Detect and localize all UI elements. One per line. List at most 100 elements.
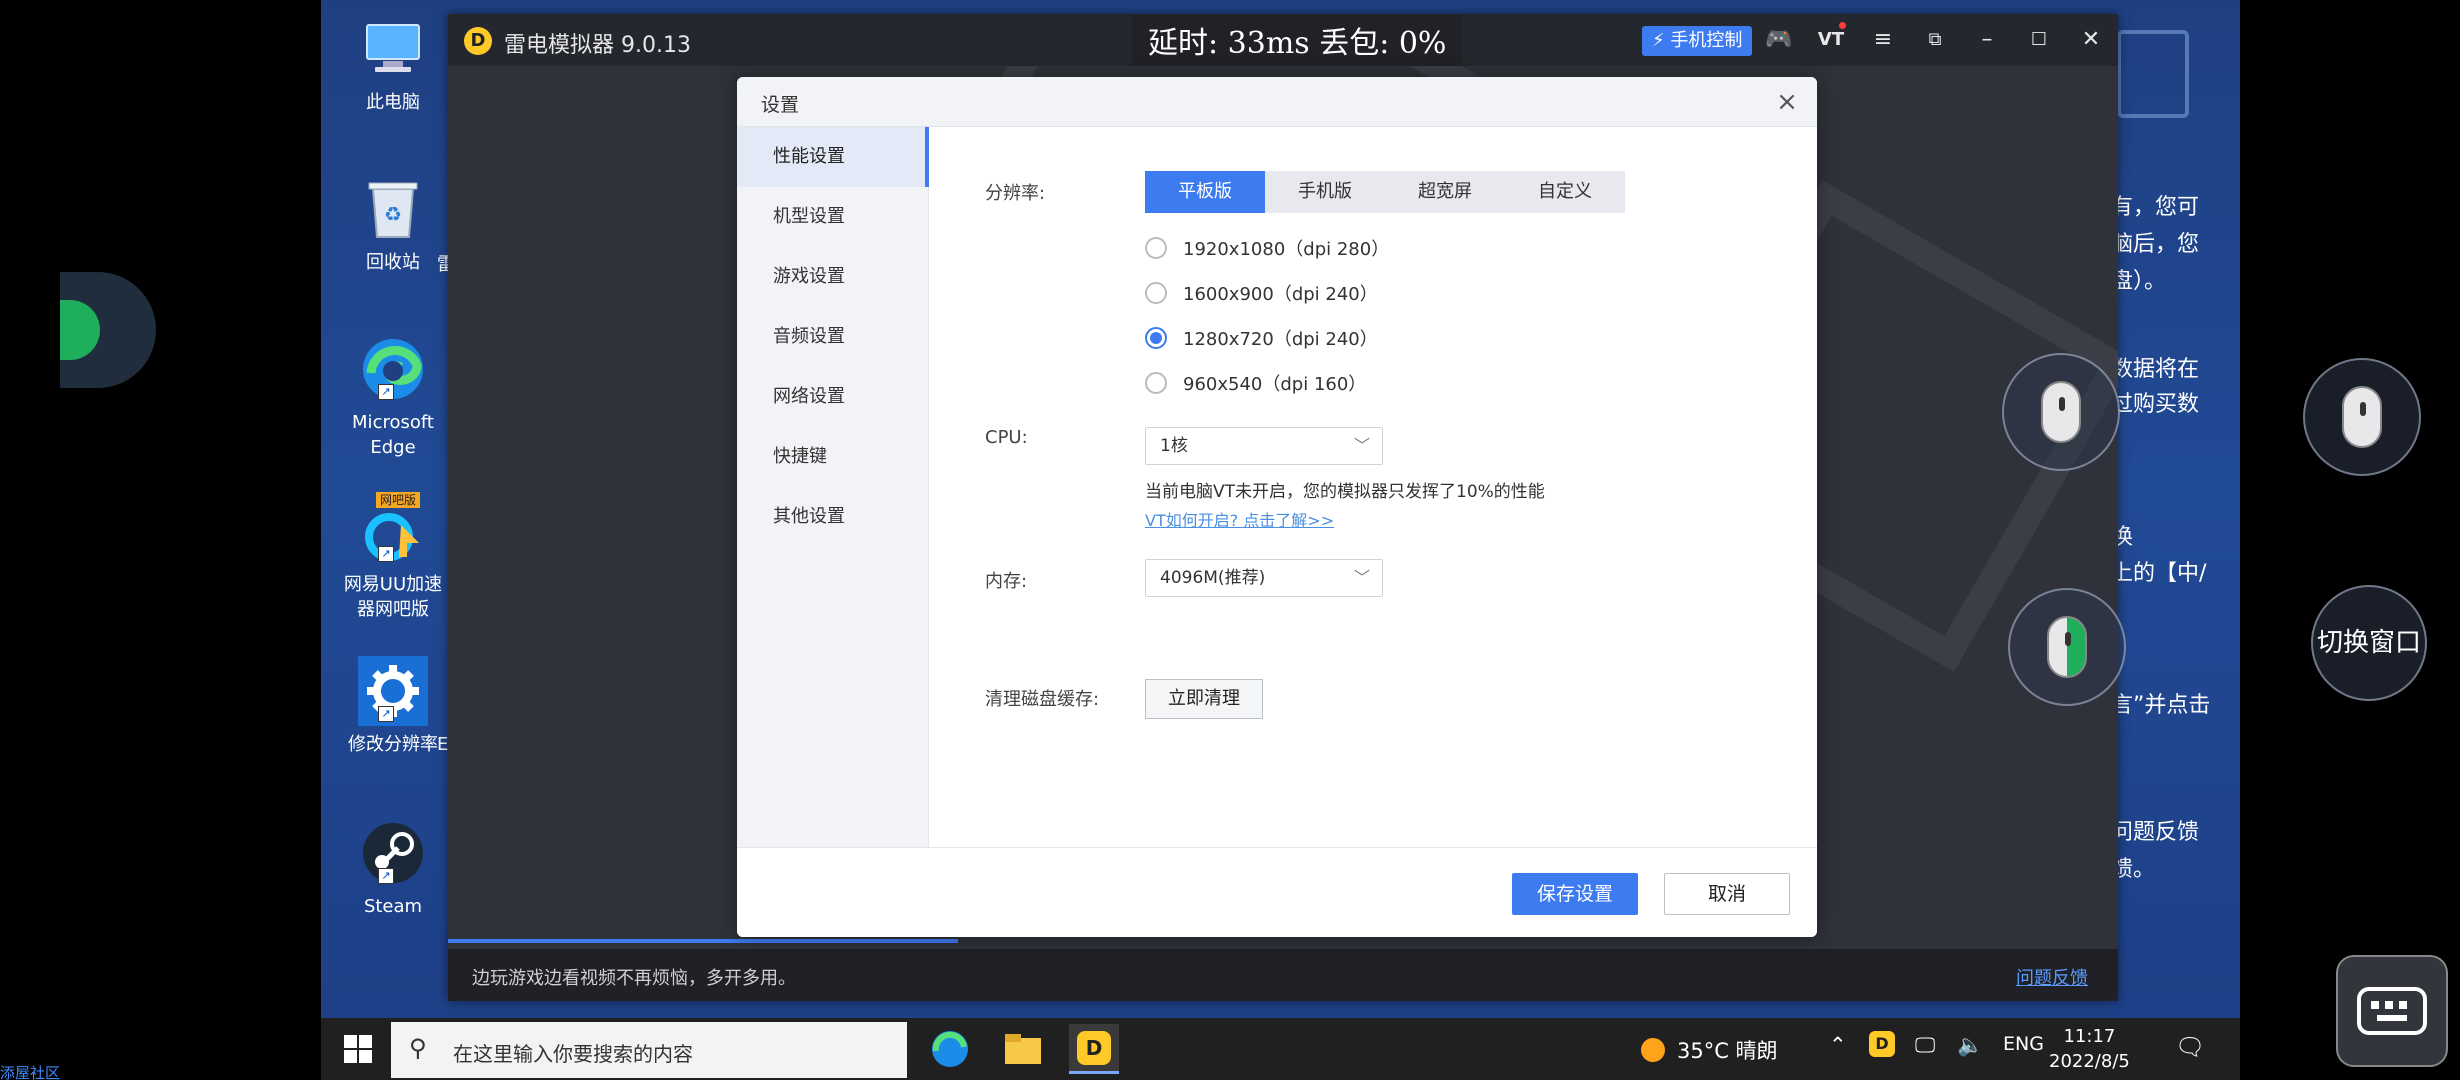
mouse-wheel — [2059, 397, 2065, 411]
desktop-icon-change-resolution[interactable]: ↗ 修改分辨率 — [333, 656, 453, 757]
sidebar-item-network[interactable]: 网络设置 — [737, 367, 929, 427]
cpu-select[interactable]: 1核 ﹀ — [1145, 427, 1383, 465]
tab-tablet[interactable]: 平板版 — [1145, 171, 1265, 213]
vt-warning-text: 当前电脑VT未开启，您的模拟器只发挥了10%的性能 — [1145, 482, 1545, 502]
right-mouse-button[interactable] — [2303, 358, 2421, 476]
resolution-option-label: 1920x1080（dpi 280） — [1183, 239, 1390, 260]
taskbar-search-box[interactable]: ⚲ 在这里输入你要搜索的内容 — [391, 1022, 907, 1078]
edge-icon: ↗ — [358, 334, 428, 404]
clock-time: 11:17 — [2063, 1026, 2116, 1047]
maximize-icon[interactable]: ☐ — [2024, 26, 2054, 54]
keyboard-icon — [2357, 987, 2427, 1035]
vt-button[interactable]: VT — [1816, 22, 1846, 54]
radio-button[interactable] — [1145, 282, 1167, 304]
emulator-logo-icon: D — [1077, 1030, 1111, 1065]
weather-widget[interactable]: 35°C 晴朗 — [1641, 1035, 1778, 1065]
resolution-label: 分辨率: — [985, 183, 1046, 204]
community-label: 添屋社区 — [0, 1064, 61, 1080]
menu-icon[interactable]: ≡ — [1868, 26, 1898, 54]
taskbar-file-explorer-button[interactable] — [998, 1024, 1048, 1074]
sidebar-item-model[interactable]: 机型设置 — [737, 187, 929, 247]
phone-control-button[interactable]: ⚡ 手机控制 — [1642, 26, 1753, 56]
radio-button-selected[interactable] — [1145, 327, 1167, 349]
desktop-icon-label: Steam — [363, 896, 423, 917]
tab-phone[interactable]: 手机版 — [1265, 171, 1385, 213]
notification-icon[interactable]: 🗨 — [2175, 1033, 2205, 1061]
switch-window-button[interactable]: 切换窗口 — [2311, 585, 2427, 701]
desktop-icon-label: 修改分辨率 — [348, 734, 438, 755]
article-text: 脑后，您 — [2111, 232, 2200, 257]
cancel-button[interactable]: 取消 — [1664, 873, 1790, 915]
radio-button[interactable] — [1145, 237, 1167, 259]
dialog-close-icon[interactable]: × — [1771, 86, 1803, 118]
steam-icon: ↗ — [358, 818, 428, 888]
windows-taskbar: ⚲ 在这里输入你要搜索的内容 D 35°C 晴朗 ⌃ D 🖵 🔈 ENG 11:… — [321, 1018, 2240, 1080]
taskbar-emulator-button[interactable]: D — [1069, 1024, 1119, 1074]
sidebar-item-performance[interactable]: 性能设置 — [737, 127, 929, 187]
network-icon[interactable]: 🖵 — [1915, 1033, 1935, 1058]
sidebar-item-other[interactable]: 其他设置 — [737, 487, 929, 547]
taskbar-edge-button[interactable] — [925, 1024, 975, 1074]
desktop-icon-steam[interactable]: ↗ Steam — [333, 818, 453, 919]
article-image-icon — [2117, 30, 2189, 118]
sidebar-item-shortcuts[interactable]: 快捷键 — [737, 427, 929, 487]
restore-window-icon[interactable]: ⧉ — [1920, 26, 1950, 54]
memory-select[interactable]: 4096M(推荐) ﹀ — [1145, 559, 1383, 597]
minimize-icon[interactable]: – — [1972, 26, 2002, 54]
close-icon[interactable]: ✕ — [2076, 26, 2106, 54]
resolution-tabs: 平板版 手机版 超宽屏 自定义 — [1145, 171, 1625, 213]
save-settings-button[interactable]: 保存设置 — [1512, 873, 1638, 915]
volume-icon[interactable]: 🔈 — [1957, 1033, 1983, 1058]
resolution-option-label: 960x540（dpi 160） — [1183, 374, 1367, 395]
clock-date: 2022/8/5 — [2049, 1051, 2130, 1072]
desktop-icon-this-pc[interactable]: 此电脑 — [333, 14, 453, 115]
resolution-option[interactable]: 960x540（dpi 160） — [1145, 367, 1366, 399]
article-text: 上的【中/ — [2111, 561, 2207, 586]
desktop-icon-recycle-bin[interactable]: ♻ 回收站 — [333, 174, 453, 275]
clear-cache-button[interactable]: 立即清理 — [1145, 679, 1263, 719]
left-mouse-button[interactable] — [2002, 353, 2120, 471]
chevron-down-icon: ﹀ — [1353, 436, 1370, 455]
keyboard-toggle-button[interactable] — [2336, 955, 2448, 1067]
gamepad-icon[interactable]: 🎮 — [1764, 26, 1794, 54]
mouse-click-button[interactable] — [2008, 588, 2126, 706]
tab-ultrawide[interactable]: 超宽屏 — [1385, 171, 1505, 213]
uu-badge: 网吧版 — [376, 492, 421, 508]
floating-ball[interactable] — [60, 272, 156, 388]
partial-icon-label: E — [437, 734, 449, 755]
sidebar-item-game[interactable]: 游戏设置 — [737, 247, 929, 307]
start-button[interactable] — [343, 1034, 373, 1064]
tab-custom[interactable]: 自定义 — [1505, 171, 1625, 213]
lightning-icon: ⚡ — [1652, 30, 1665, 51]
vt-help-link[interactable]: VT如何开启? 点击了解>> — [1145, 507, 1334, 531]
resolution-option[interactable]: 1920x1080（dpi 280） — [1145, 232, 1389, 264]
mouse-wheel — [2065, 632, 2071, 646]
desktop-icon-uu-booster[interactable]: 网吧版 ↗ 网易UU加速器网吧版 — [333, 492, 453, 622]
sidebar-item-audio[interactable]: 音频设置 — [737, 307, 929, 367]
resolution-option-label: 1600x900（dpi 240） — [1183, 284, 1378, 305]
dialog-footer: 保存设置 取消 — [737, 847, 1817, 937]
latency-overlay: 延时: 33ms 丢包: 0% — [1132, 14, 1463, 66]
resolution-option[interactable]: 1280x720（dpi 240） — [1145, 322, 1378, 354]
radio-button[interactable] — [1145, 372, 1167, 394]
desktop-icon-label: 回收站 — [366, 252, 420, 273]
language-indicator[interactable]: ENG — [2003, 1033, 2044, 1055]
mouse-icon — [2047, 616, 2087, 678]
taskbar-clock[interactable]: 11:17 2022/8/5 — [2049, 1024, 2130, 1074]
desktop-icon-edge[interactable]: ↗ Microsoft Edge — [333, 334, 453, 460]
mouse-icon — [2041, 381, 2081, 443]
uu-booster-icon: 网吧版 ↗ — [358, 492, 428, 566]
settings-sidebar: 性能设置 机型设置 游戏设置 音频设置 网络设置 快捷键 其他设置 — [737, 127, 929, 847]
computer-icon — [358, 14, 428, 84]
mouse-icon — [2342, 386, 2382, 448]
loading-progress-bar — [448, 939, 958, 943]
chevron-up-icon[interactable]: ⌃ — [1829, 1033, 1847, 1057]
article-text: 问题反馈 — [2111, 820, 2200, 845]
resolution-option[interactable]: 1600x900（dpi 240） — [1145, 277, 1378, 309]
resolution-option-label: 1280x720（dpi 240） — [1183, 329, 1378, 350]
feedback-link[interactable]: 问题反馈 — [2016, 964, 2088, 990]
emulator-footer: 边玩游戏边看视频不再烦恼，多开多用。 问题反馈 — [448, 949, 2118, 1001]
tray-emulator-icon[interactable]: D — [1869, 1031, 1895, 1057]
svg-text:♻: ♻ — [384, 202, 402, 226]
article-text: 有，您可 — [2111, 195, 2200, 220]
